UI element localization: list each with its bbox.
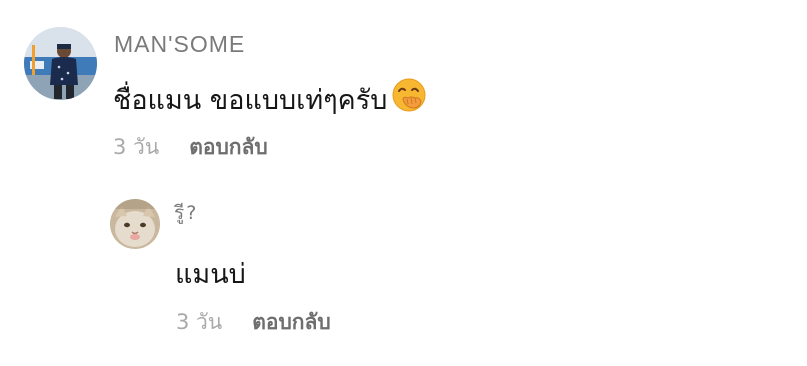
comment-text-content: ชื่อแมน ขอแบบเท่ๆครับ: [113, 85, 388, 116]
reply-button[interactable]: ตอบกลับ: [252, 306, 331, 339]
comment-meta: 3 วัน ตอบกลับ: [113, 131, 268, 164]
avatar-photo: [110, 199, 160, 249]
avatar-photo: [24, 27, 97, 100]
face-with-hand-over-mouth-icon: [391, 77, 427, 120]
comment-text: ชื่อแมน ขอแบบเท่ๆครับ: [113, 78, 427, 123]
comment-meta: 3 วัน ตอบกลับ: [176, 306, 331, 339]
comment-timestamp: 3 วัน: [113, 135, 160, 159]
user-avatar[interactable]: [24, 27, 97, 100]
comment-username[interactable]: MAN'SOME: [114, 31, 245, 58]
comment-username[interactable]: รูี?: [174, 198, 198, 228]
comment-text: แมนบ่: [175, 259, 246, 290]
reply-button[interactable]: ตอบกลับ: [189, 131, 268, 164]
user-avatar[interactable]: [110, 199, 160, 249]
comment-timestamp: 3 วัน: [176, 310, 223, 334]
